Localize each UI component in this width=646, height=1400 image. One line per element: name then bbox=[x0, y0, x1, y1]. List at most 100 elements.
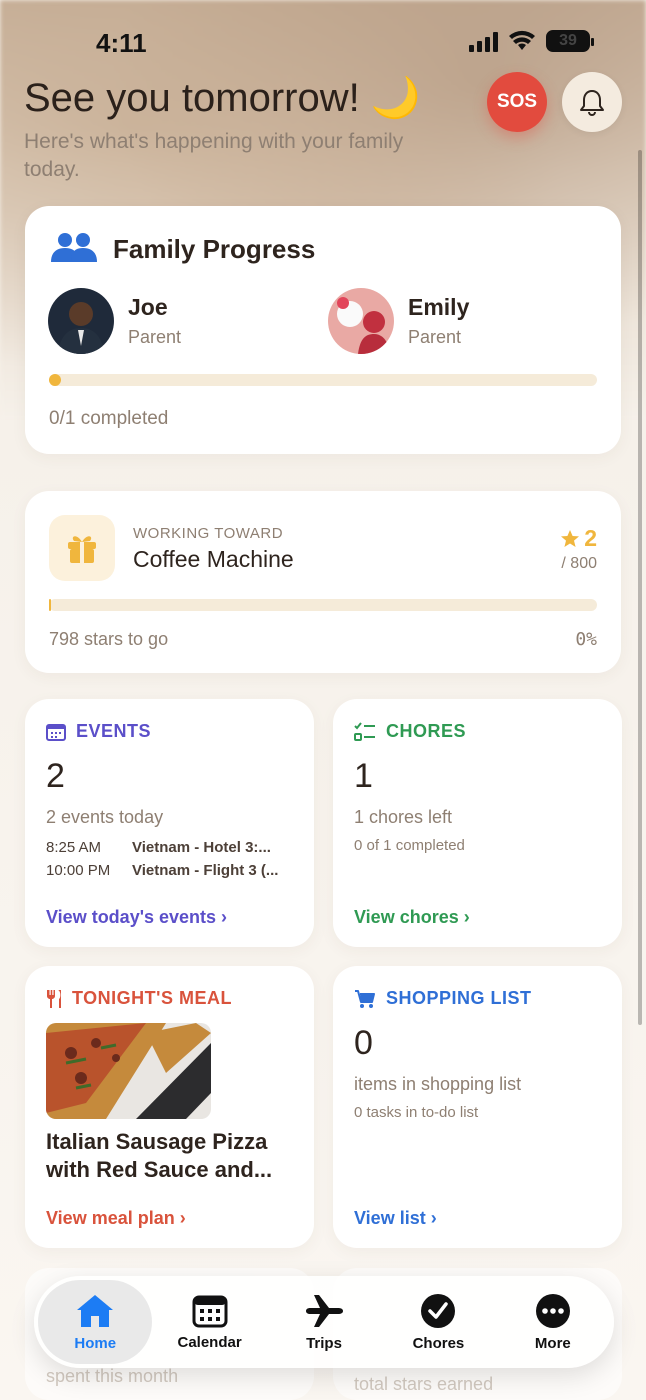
home-icon bbox=[77, 1294, 114, 1327]
view-chores-link[interactable]: View chores › bbox=[354, 907, 470, 928]
chevron-right-icon: › bbox=[221, 907, 228, 927]
chores-title: CHORES bbox=[386, 721, 467, 741]
tab-label: More bbox=[534, 1334, 571, 1352]
view-list-label: View list bbox=[354, 1208, 426, 1228]
member-name: Emily bbox=[408, 294, 470, 320]
events-title: EVENTS bbox=[76, 721, 152, 741]
more-icon bbox=[535, 1293, 570, 1328]
goal-percent: 0% bbox=[575, 629, 597, 650]
family-progress-fill bbox=[49, 374, 61, 386]
family-progress-bar bbox=[49, 374, 597, 386]
tab-label: Calendar bbox=[177, 1333, 242, 1351]
battery-level: 39 bbox=[559, 32, 577, 49]
event-time: 8:25 AM bbox=[46, 839, 102, 856]
status-bar: 4:11 39 bbox=[0, 0, 646, 80]
tab-bar: Home Calendar Trips Chores More bbox=[34, 1276, 614, 1368]
spending-subtitle: spent this month bbox=[46, 1366, 179, 1386]
checkmark-circle-icon bbox=[421, 1293, 456, 1328]
tab-more[interactable]: More bbox=[496, 1280, 610, 1364]
tab-calendar[interactable]: Calendar bbox=[152, 1280, 266, 1364]
completed-count: 0/1 completed bbox=[49, 408, 169, 429]
tab-label: Trips bbox=[306, 1334, 342, 1352]
chevron-right-icon: › bbox=[463, 907, 470, 927]
event-row[interactable]: 8:25 AM Vietnam - Hotel 3:... bbox=[46, 839, 292, 856]
stars-to-go: 798 stars to go bbox=[49, 629, 169, 649]
events-header: EVENTS bbox=[46, 721, 151, 742]
goal-name: Coffee Machine bbox=[133, 546, 294, 572]
cellular-signal-icon bbox=[469, 30, 498, 52]
bell-icon bbox=[580, 90, 604, 116]
meal-title: TONIGHT'S MEAL bbox=[72, 988, 232, 1008]
chores-header: CHORES bbox=[354, 721, 466, 742]
member-role: Parent bbox=[408, 327, 462, 347]
tab-home[interactable]: Home bbox=[38, 1280, 153, 1364]
reward-goal-card[interactable]: WORKING TOWARD Coffee Machine 2 / 800 79… bbox=[25, 491, 621, 673]
notifications-button[interactable] bbox=[562, 72, 622, 132]
member-role: Parent bbox=[128, 327, 182, 347]
view-list-link[interactable]: View list › bbox=[354, 1208, 437, 1229]
event-name: Vietnam - Hotel 3:... bbox=[132, 839, 271, 856]
shopping-list-card[interactable]: SHOPPING LIST 0 items in shopping list 0… bbox=[333, 966, 622, 1248]
avatar bbox=[48, 288, 114, 354]
member-joe[interactable]: Joe Parent bbox=[48, 288, 181, 354]
meal-header: TONIGHT'S MEAL bbox=[46, 988, 232, 1009]
checklist-icon bbox=[354, 721, 375, 741]
chores-count: 1 bbox=[354, 757, 373, 795]
events-subtitle: 2 events today bbox=[46, 807, 164, 827]
shopping-detail: 0 tasks in to-do list bbox=[354, 1104, 479, 1121]
event-time: 10:00 PM bbox=[46, 862, 111, 879]
calendar-icon bbox=[46, 723, 66, 741]
scrollbar[interactable] bbox=[638, 150, 642, 1025]
member-emily[interactable]: Emily Parent bbox=[328, 288, 469, 354]
tab-label: Home bbox=[74, 1334, 117, 1352]
goal-total: / 800 bbox=[561, 555, 597, 572]
member-name: Joe bbox=[128, 294, 168, 320]
chevron-right-icon: › bbox=[179, 1208, 186, 1228]
sos-button[interactable]: SOS bbox=[487, 72, 547, 132]
family-icon bbox=[51, 233, 97, 262]
goal-progress-bar bbox=[49, 599, 597, 611]
view-events-label: View today's events bbox=[46, 907, 217, 927]
status-time: 4:11 bbox=[96, 28, 147, 58]
chores-subtitle: 1 chores left bbox=[354, 807, 453, 827]
events-count: 2 bbox=[46, 757, 65, 795]
goal-progress-fill bbox=[49, 599, 51, 611]
goal-stars: 2 bbox=[560, 525, 597, 552]
event-row[interactable]: 10:00 PM Vietnam - Flight 3 (... bbox=[46, 862, 292, 879]
meal-photo bbox=[46, 1023, 211, 1119]
view-chores-label: View chores bbox=[354, 907, 459, 927]
chores-card[interactable]: CHORES 1 1 chores left 0 of 1 completed … bbox=[333, 699, 622, 947]
fork-knife-icon bbox=[47, 989, 61, 1008]
battery-icon: 39 bbox=[546, 30, 594, 52]
gift-icon bbox=[49, 515, 115, 581]
shopping-subtitle: items in shopping list bbox=[354, 1074, 522, 1094]
chevron-right-icon: › bbox=[430, 1208, 437, 1228]
tab-chores[interactable]: Chores bbox=[381, 1280, 495, 1364]
meal-card[interactable]: TONIGHT'S MEAL Italian Sausage Pizza wit… bbox=[25, 966, 314, 1248]
cart-icon bbox=[355, 989, 375, 1008]
page-subtitle: Here's what's happening with your family… bbox=[24, 130, 404, 181]
view-events-link[interactable]: View today's events › bbox=[46, 907, 227, 928]
view-meal-plan-label: View meal plan bbox=[46, 1208, 175, 1228]
events-card[interactable]: EVENTS 2 2 events today 8:25 AM Vietnam … bbox=[25, 699, 314, 947]
tab-trips[interactable]: Trips bbox=[267, 1280, 381, 1364]
event-name: Vietnam - Flight 3 (... bbox=[132, 862, 279, 879]
page-title: See you tomorrow! 🌙 bbox=[24, 76, 421, 120]
stars-subtitle: total stars earned bbox=[354, 1374, 494, 1394]
shopping-header: SHOPPING LIST bbox=[354, 988, 532, 1009]
meal-name: Italian Sausage Pizza with Red Sauce and… bbox=[46, 1129, 273, 1182]
star-icon bbox=[561, 529, 580, 547]
airplane-icon bbox=[306, 1294, 344, 1327]
avatar bbox=[328, 288, 394, 354]
goal-label: WORKING TOWARD bbox=[133, 525, 284, 542]
goal-star-count: 2 bbox=[584, 525, 597, 551]
family-progress-card[interactable]: Family Progress Joe Parent Emily Parent … bbox=[25, 206, 621, 454]
wifi-icon bbox=[509, 30, 535, 50]
status-icons: 39 bbox=[469, 30, 594, 52]
view-meal-plan-link[interactable]: View meal plan › bbox=[46, 1208, 186, 1229]
family-progress-title: Family Progress bbox=[113, 234, 316, 264]
shopping-count: 0 bbox=[354, 1024, 373, 1062]
calendar-icon bbox=[192, 1295, 228, 1327]
tab-label: Chores bbox=[412, 1334, 465, 1352]
shopping-title: SHOPPING LIST bbox=[386, 988, 532, 1008]
